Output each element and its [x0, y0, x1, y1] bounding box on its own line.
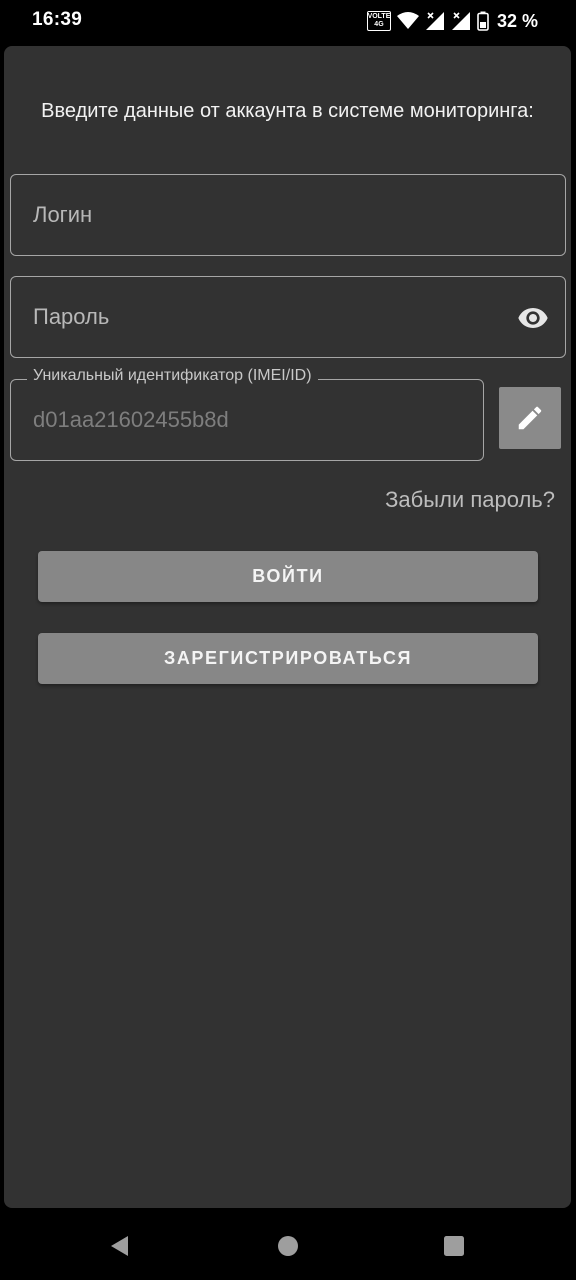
volte-icon: VOLTE 4G — [366, 11, 391, 31]
signal-icon — [425, 12, 444, 30]
edit-imei-button[interactable] — [499, 387, 561, 449]
password-placeholder: Пароль — [33, 304, 110, 329]
volte-text: VOLTE — [367, 13, 391, 20]
login-placeholder: Логин — [33, 202, 93, 227]
navigation-bar — [0, 1212, 576, 1280]
forgot-password-link[interactable]: Забыли пароль? — [385, 487, 555, 513]
wifi-icon — [396, 12, 419, 29]
status-time: 16:39 — [32, 9, 83, 30]
status-bar: 16:39 VOLTE 4G 32 % — [0, 0, 576, 42]
imei-field[interactable]: Уникальный идентификатор (IMEI/ID) d01aa… — [10, 367, 484, 461]
imei-value: d01aa21602455b8d — [33, 407, 229, 432]
pencil-icon — [518, 406, 542, 430]
battery-percent: 32 % — [496, 10, 538, 31]
login-card: Введите данные от аккаунта в системе мон… — [4, 46, 571, 1208]
password-field[interactable]: Пароль — [10, 276, 566, 358]
back-triangle-icon — [111, 1236, 128, 1256]
intro-text: Введите данные от аккаунта в системе мон… — [41, 100, 534, 122]
register-button[interactable]: ЗАРЕГИСТРИРОВАТЬСЯ — [38, 633, 538, 684]
screen: 16:39 VOLTE 4G 32 % Введите данные от ак… — [0, 0, 576, 1280]
login-button[interactable]: ВОЙТИ — [38, 551, 538, 602]
eye-icon[interactable] — [517, 302, 549, 334]
volte-network-text: 4G — [374, 21, 384, 28]
nav-back-button[interactable] — [106, 1232, 134, 1260]
login-field[interactable]: Логин — [10, 174, 566, 256]
recents-square-icon — [444, 1236, 464, 1256]
battery-icon — [477, 11, 489, 31]
home-circle-icon — [278, 1236, 298, 1256]
nav-recents-button[interactable] — [440, 1232, 468, 1260]
status-icons: VOLTE 4G 32 % — [366, 10, 538, 32]
signal-icon-2 — [451, 12, 470, 30]
nav-home-button[interactable] — [274, 1232, 302, 1260]
